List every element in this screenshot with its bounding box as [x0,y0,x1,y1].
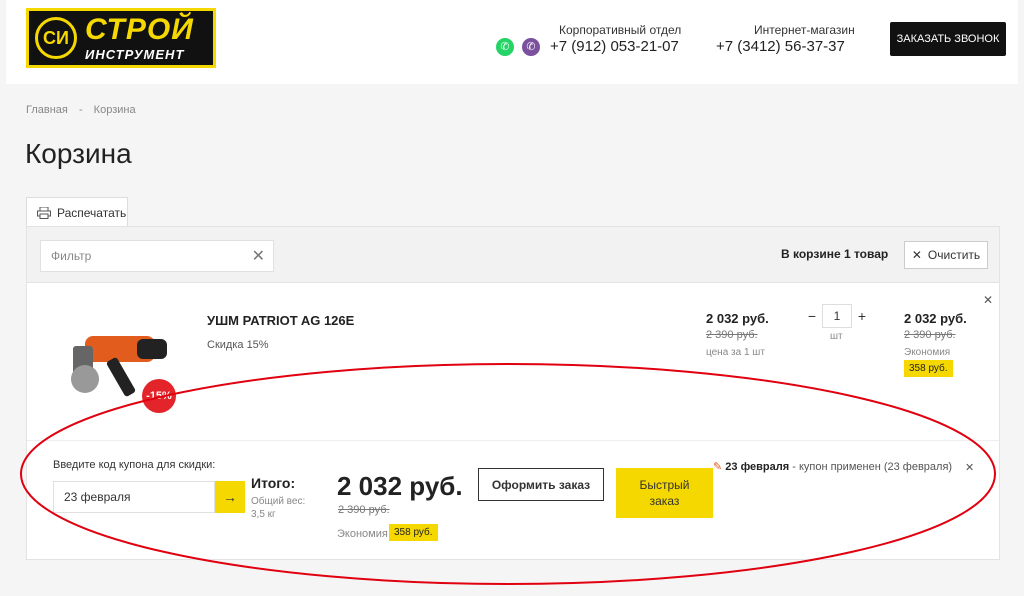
weight-label: Общий вес: 3,5 кг [251,496,306,520]
cart-toolbar: Фильтр ✕ В корзине 1 товар ✕ Очистить [27,227,999,283]
quick-order-button[interactable]: Быстрый заказ [616,468,713,518]
coupon-input[interactable]: 23 февраля [53,481,215,513]
qty-decrease-button[interactable]: − [802,304,822,328]
clear-label: Очистить [927,248,981,262]
item-economy-label: Экономия [904,347,951,358]
unit-price-label: цена за 1 шт [706,347,765,358]
logo-emblem: СИ [35,17,77,59]
coupon-tag-icon: ✎ [713,461,723,473]
product-name[interactable]: УШМ PATRIOT AG 126E [207,313,354,328]
total-economy-label: Экономия [337,528,388,540]
breadcrumb-home[interactable]: Главная [26,104,68,116]
qty-increase-button[interactable]: + [852,304,872,328]
corp-phone[interactable]: +7 (912) 053-21-07 [550,38,679,55]
total-old-price: 2 390 руб. [338,504,390,516]
site-logo[interactable]: СИ СТРОЙ ИНСТРУМЕНТ [26,8,216,68]
order-call-button[interactable]: ЗАКАЗАТЬ ЗВОНОК [890,22,1006,56]
checkout-button[interactable]: Оформить заказ [478,468,604,501]
logo-sub-text: ИНСТРУМЕНТ [85,47,185,62]
product-discount: Скидка 15% [207,339,269,351]
corp-label: Корпоративный отдел [559,23,682,37]
logo-main-text: СТРОЙ [85,13,194,46]
item-economy-badge: 358 руб. [904,360,953,377]
shop-label: Интернет-магазин [754,23,855,37]
breadcrumb-separator: - [78,104,83,116]
qty-input[interactable]: 1 [822,304,852,328]
clear-cart-button[interactable]: ✕ Очистить [904,241,988,269]
total-label: Итого: [251,475,296,491]
page-title: Корзина [25,138,132,169]
total-price: 2 032 руб. [337,471,463,501]
coupon-applied-name: 23 февраля [725,461,790,473]
item-sum-old: 2 390 руб. [904,329,956,341]
close-icon: ✕ [911,248,922,262]
discount-badge: -15% [142,379,176,413]
discount-value: 15% [246,339,269,351]
print-label: Распечатать [57,205,127,220]
coupon-applied-text: - купон применен (23 февраля) [789,461,953,473]
discount-label: Скидка [207,339,244,351]
total-economy-badge: 358 руб. [389,524,438,541]
site-header: СИ СТРОЙ ИНСТРУМЕНТ ✆ ✆ Корпоративный от… [6,0,1018,84]
viber-icon[interactable]: ✆ [522,38,540,56]
breadcrumb: Главная - Корзина [26,104,144,116]
unit-old-price: 2 390 руб. [706,329,758,341]
apply-coupon-button[interactable]: → [215,481,245,513]
shop-phone[interactable]: +7 (3412) 56-37-37 [716,38,845,55]
coupon-applied: ✎ 23 февраля - купон применен (23 феврал… [713,460,952,473]
remove-item-icon[interactable]: ✕ [983,293,993,307]
arrow-right-icon: → [223,489,237,505]
unit-price: 2 032 руб. [706,311,769,326]
coupon-label: Введите код купона для скидки: [53,459,216,471]
cart-count: В корзине 1 товар [781,247,889,261]
cart-panel: Фильтр ✕ В корзине 1 товар ✕ Очистить -1… [26,226,1000,560]
filter-input[interactable]: Фильтр ✕ [40,240,274,272]
remove-coupon-icon[interactable]: ✕ [965,461,974,474]
whatsapp-icon[interactable]: ✆ [496,38,514,56]
cart-summary: Введите код купона для скидки: 23 феврал… [27,440,999,560]
print-button[interactable]: Распечатать [26,197,128,227]
printer-icon [37,206,51,219]
item-sum: 2 032 руб. [904,311,967,326]
breadcrumb-current: Корзина [93,104,136,116]
qty-unit: шт [830,331,843,342]
clear-filter-icon[interactable]: ✕ [252,246,265,266]
filter-placeholder: Фильтр [51,249,92,263]
